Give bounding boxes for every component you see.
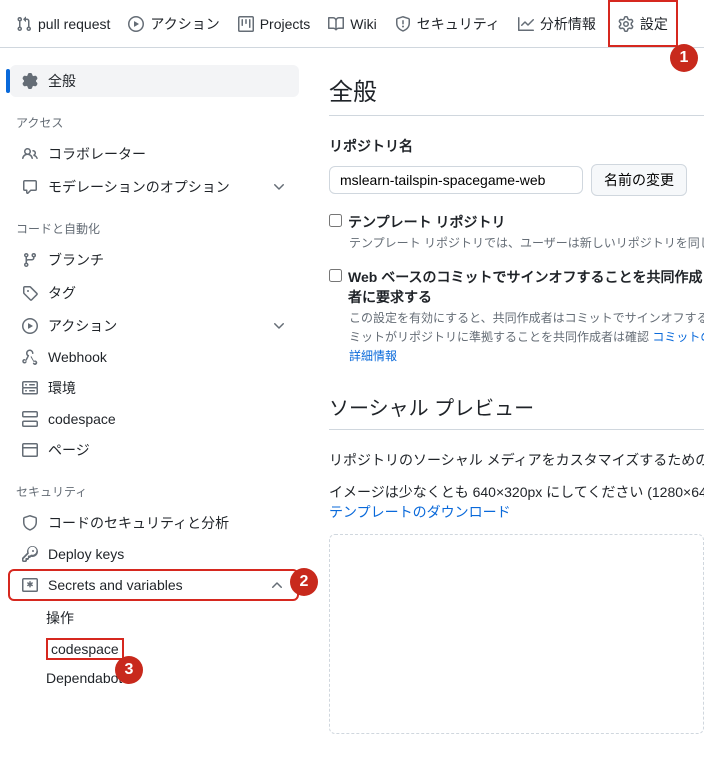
sidebar-item-webhooks[interactable]: Webhook bbox=[10, 343, 299, 371]
sidebar-label: Deploy keys bbox=[48, 546, 287, 562]
sidebar-item-general[interactable]: 全般 bbox=[10, 65, 299, 97]
chevron-down-icon bbox=[271, 318, 287, 334]
sidebar-label: アクション bbox=[48, 316, 261, 336]
nav-label: 分析情報 bbox=[540, 14, 596, 34]
sidebar: 全般 アクセス コラボレーター モデレーションのオプション コードと自動化 ブラ… bbox=[0, 48, 305, 758]
comment-icon bbox=[22, 179, 38, 195]
repo-name-input[interactable] bbox=[329, 166, 583, 194]
codespace-icon bbox=[22, 411, 38, 427]
gear-icon bbox=[618, 16, 634, 32]
social-p2: イメージは少なくとも 640×320px にしてください (1280×640px… bbox=[329, 482, 704, 502]
chevron-down-icon bbox=[271, 179, 287, 195]
play-icon bbox=[128, 16, 144, 32]
sidebar-label: モデレーションのオプション bbox=[48, 177, 261, 197]
signoff-link[interactable]: コミットのサインオフに関 bbox=[652, 330, 704, 344]
social-preview-box[interactable] bbox=[329, 534, 704, 734]
sidebar-label: ページ bbox=[48, 440, 287, 460]
chevron-up-icon bbox=[269, 577, 285, 593]
sidebar-item-collaborators[interactable]: コラボレーター bbox=[10, 138, 299, 170]
nav-pull-request[interactable]: pull request bbox=[8, 0, 118, 47]
social-p1: リポジトリのソーシャル メディアをカスタマイズするためのイメージをアップロ bbox=[329, 450, 704, 470]
tag-icon bbox=[22, 285, 38, 301]
nav-actions[interactable]: アクション bbox=[120, 0, 227, 47]
page-title: 全般 bbox=[329, 72, 704, 116]
gear-icon bbox=[22, 73, 38, 89]
sidebar-item-pages[interactable]: ページ bbox=[10, 434, 299, 466]
nav-label: セキュリティ bbox=[417, 14, 500, 34]
sidebar-sub-actions[interactable]: 操作 bbox=[10, 602, 299, 634]
template-download-link[interactable]: テンプレートのダウンロード bbox=[329, 502, 704, 522]
sidebar-group-code: コードと自動化 bbox=[4, 204, 305, 243]
nav-security[interactable]: セキュリティ bbox=[387, 0, 508, 47]
sidebar-item-branches[interactable]: ブランチ bbox=[10, 244, 299, 276]
sidebar-label: codespace bbox=[48, 411, 287, 427]
sidebar-label: 環境 bbox=[48, 378, 287, 398]
nav-settings[interactable]: 設定 bbox=[608, 0, 678, 47]
signoff-checkbox[interactable] bbox=[329, 269, 342, 282]
sidebar-label: タグ bbox=[48, 283, 287, 303]
play-icon bbox=[22, 318, 38, 334]
nav-label: Projects bbox=[260, 16, 311, 32]
sidebar-item-secrets-variables[interactable]: Secrets and variables bbox=[8, 569, 299, 601]
key-asterisk-icon bbox=[22, 577, 38, 593]
signoff-more-link[interactable]: 詳細情報 bbox=[349, 347, 704, 364]
sidebar-sub-codespace[interactable]: codespace bbox=[10, 635, 299, 663]
sidebar-label: コラボレーター bbox=[48, 144, 287, 164]
rename-button[interactable]: 名前の変更 bbox=[591, 164, 687, 196]
signoff-help2: ミットがリポジトリに準拠することを共同作成者は確認 コミットのサインオフに関 bbox=[349, 328, 704, 345]
social-heading: ソーシャル プレビュー bbox=[329, 392, 704, 430]
sidebar-item-actions[interactable]: アクション bbox=[10, 310, 299, 342]
template-checkbox-label: テンプレート リポジトリ bbox=[348, 212, 505, 232]
shield-icon bbox=[395, 16, 411, 32]
main-content: 全般 リポジトリ名 名前の変更 テンプレート リポジトリ テンプレート リポジト… bbox=[305, 48, 704, 758]
sidebar-group-access: アクセス bbox=[4, 98, 305, 137]
graph-icon bbox=[518, 16, 534, 32]
browser-icon bbox=[22, 442, 38, 458]
server-icon bbox=[22, 380, 38, 396]
annotation-badge-3: 3 bbox=[115, 656, 143, 684]
repo-name-label: リポジトリ名 bbox=[329, 136, 704, 156]
sidebar-item-tags[interactable]: タグ bbox=[10, 277, 299, 309]
template-checkbox[interactable] bbox=[329, 214, 342, 227]
sidebar-item-deploy-keys[interactable]: Deploy keys bbox=[10, 540, 299, 568]
annotation-badge-2: 2 bbox=[290, 568, 318, 596]
signoff-checkbox-label: Web ベースのコミットでサインオフすることを共同作成者に要求する bbox=[348, 267, 704, 307]
pull-request-icon bbox=[16, 16, 32, 32]
annotation-badge-1: 1 bbox=[670, 44, 698, 72]
sidebar-item-moderation[interactable]: モデレーションのオプション bbox=[10, 171, 299, 203]
book-icon bbox=[328, 16, 344, 32]
sidebar-item-code-security[interactable]: コードのセキュリティと分析 bbox=[10, 507, 299, 539]
nav-label: pull request bbox=[38, 16, 110, 32]
shield-icon bbox=[22, 515, 38, 531]
sidebar-label: ブランチ bbox=[48, 250, 287, 270]
project-icon bbox=[238, 16, 254, 32]
people-icon bbox=[22, 146, 38, 162]
nav-label: 設定 bbox=[640, 14, 668, 34]
branch-icon bbox=[22, 252, 38, 268]
sidebar-label: 全般 bbox=[48, 71, 287, 91]
sidebar-label: Secrets and variables bbox=[48, 577, 259, 593]
nav-insights[interactable]: 分析情報 bbox=[510, 0, 604, 47]
template-help: テンプレート リポジトリでは、ユーザーは新しいリポジトリを同じ bbox=[349, 234, 704, 251]
sidebar-label: Webhook bbox=[48, 349, 287, 365]
sidebar-item-codespaces[interactable]: codespace bbox=[10, 405, 299, 433]
sidebar-item-environments[interactable]: 環境 bbox=[10, 372, 299, 404]
nav-label: アクション bbox=[150, 14, 219, 34]
sidebar-group-security: セキュリティ bbox=[4, 467, 305, 506]
sidebar-label: コードのセキュリティと分析 bbox=[48, 513, 287, 533]
nav-label: Wiki bbox=[350, 16, 376, 32]
signoff-help1: この設定を有効にすると、共同作成者はコミットでサインオフする必要があります bbox=[349, 309, 704, 326]
sidebar-sub-dependabot[interactable]: Dependabot bbox=[10, 664, 299, 692]
key-icon bbox=[22, 546, 38, 562]
nav-projects[interactable]: Projects bbox=[230, 0, 319, 47]
nav-wiki[interactable]: Wiki bbox=[320, 0, 384, 47]
webhook-icon bbox=[22, 349, 38, 365]
